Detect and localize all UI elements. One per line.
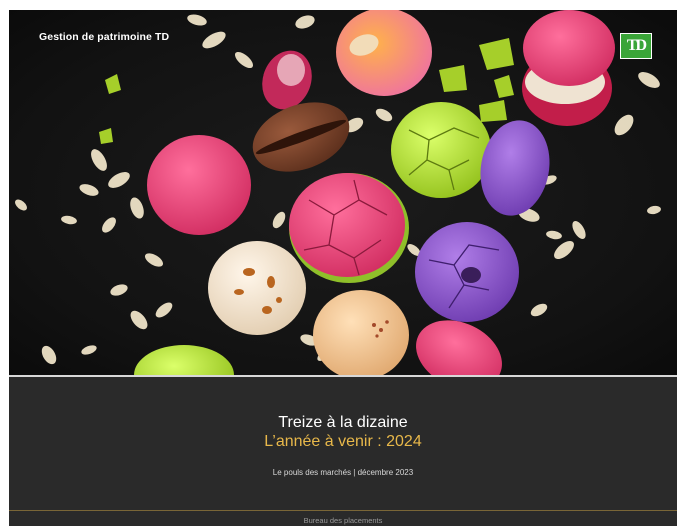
cover-page: Gestion de patrimoine TD TD Treize à la … <box>9 10 677 526</box>
brand-name: Gestion de patrimoine TD <box>39 31 170 43</box>
macaron-photo: Gestion de patrimoine TD TD <box>9 10 677 375</box>
footer-rule <box>9 510 677 511</box>
td-logo-icon: TD <box>620 33 652 59</box>
title-line-1: Treize à la dizaine <box>278 414 408 431</box>
macaron-illustration <box>15 10 661 375</box>
publication-subtitle: Le pouls des marchés | décembre 2023 <box>272 468 414 477</box>
section-divider <box>9 375 677 377</box>
footer-text: Bureau des placements <box>303 516 383 525</box>
title-line-2: L’année à venir : 2024 <box>264 433 422 450</box>
